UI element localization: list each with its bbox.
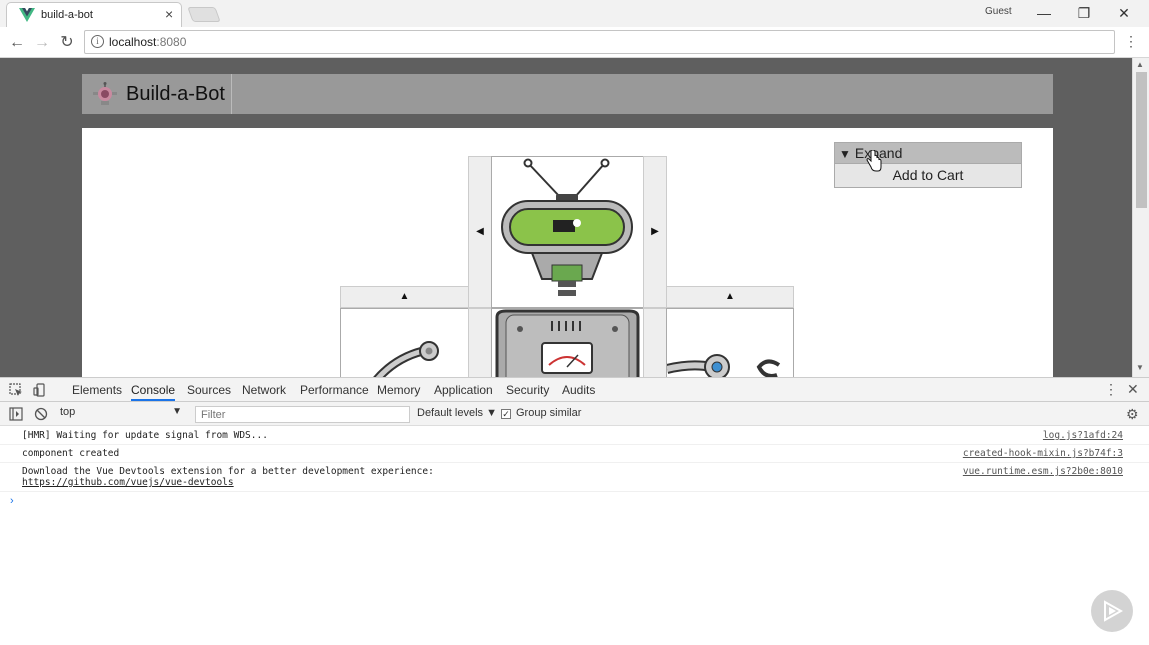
browser-tabstrip: build-a-bot × Guest — ❐ ✕ [0,0,1149,27]
site-header: Build-a-Bot [82,74,1053,114]
collapse-triangle-icon: ▼ [839,147,851,161]
add-to-cart-button[interactable]: Add to Cart [834,164,1022,188]
devtools-tab-elements[interactable]: Elements [72,383,122,397]
console-filter-bar: top▼ Default levels ▼ ✓Group similar ⚙ [0,402,1149,426]
log-levels-dropdown[interactable]: Default levels ▼ [417,407,497,419]
head-next-button[interactable]: ▶ [643,156,667,308]
console-log-row: component created created-hook-mixin.js?… [0,445,1149,463]
console-log-row: [HMR] Waiting for update signal from WDS… [0,427,1149,445]
devtools-tab-console[interactable]: Console [131,383,176,401]
browser-tab[interactable]: build-a-bot × [6,2,182,27]
expand-toggle[interactable]: ▼ Expand [834,142,1022,164]
vue-logo-icon [19,8,35,22]
play-icon [1104,600,1123,622]
log-source-link[interactable]: created-hook-mixin.js?b74f:3 [963,448,1123,459]
url-text: localhost:8080 [109,35,187,49]
devtools-tab-security[interactable]: Security [506,383,549,397]
page-scrollbar[interactable]: ▲ ▼ [1132,58,1149,377]
console-output: [HMR] Waiting for update signal from WDS… [0,427,1149,492]
window-close-button[interactable]: ✕ [1110,3,1138,23]
vue-devtools-link[interactable]: https://github.com/vuejs/vue-devtools [22,477,234,488]
robot-head-image [501,158,633,296]
browser-menu-icon[interactable]: ⋮ [1124,33,1138,50]
context-select[interactable]: top ▼ [60,406,186,422]
devtools-tabbar: Elements Console Sources Network Performance… [0,378,1149,402]
brand-name: Build-a-Bot [126,83,225,105]
browser-toolbar: ← → ↻ i localhost:8080 ⋮ [0,27,1149,58]
dropdown-arrow-icon: ▼ [172,406,182,417]
clear-console-icon[interactable] [34,407,48,421]
devtools-tab-sources[interactable]: Sources [187,383,231,397]
right-arm-up-button[interactable]: ▲ [666,286,794,308]
devtools-close-icon[interactable]: ✕ [1127,381,1139,398]
device-toolbar-icon[interactable] [33,383,47,397]
user-profile-badge[interactable]: Guest [985,6,1012,17]
inspect-element-icon[interactable] [9,383,23,397]
scroll-down-icon[interactable]: ▼ [1136,363,1144,372]
left-arm-part [340,308,469,377]
devtools-tab-performance[interactable]: Performance [300,383,369,397]
console-filter-input[interactable] [195,406,410,423]
restore-button[interactable]: ❐ [1070,3,1098,23]
brand[interactable]: Build-a-Bot [82,74,232,114]
devtools-menu-icon[interactable]: ⋮ [1104,381,1118,398]
new-tab-button[interactable] [187,7,221,22]
scrollbar-thumb[interactable] [1136,72,1147,208]
back-arrow-icon[interactable]: ← [6,32,28,54]
group-similar-checkbox[interactable]: ✓ Group similar [501,407,581,419]
console-settings-gear-icon[interactable]: ⚙ [1126,406,1139,423]
video-play-badge[interactable] [1091,590,1133,632]
devtools-tab-application[interactable]: Application [434,383,493,397]
devtools-tab-network[interactable]: Network [242,383,286,397]
robot-right-arm-image [665,354,781,377]
tab-title: build-a-bot [41,9,93,21]
robot-left-arm-image [373,341,439,377]
tab-close-icon[interactable]: × [165,6,173,22]
reload-icon[interactable]: ↻ [56,32,78,54]
address-bar[interactable]: i localhost:8080 [84,30,1115,54]
torso-part [491,308,644,377]
scroll-up-icon[interactable]: ▲ [1136,60,1144,69]
head-part [491,156,644,308]
log-source-link[interactable]: log.js?1afd:24 [1043,430,1123,441]
site-info-icon[interactable]: i [91,35,104,48]
console-log-row: Download the Vue Devtools extension for … [0,463,1149,492]
head-prev-button[interactable]: ◀ [468,156,492,308]
console-prompt[interactable]: › [10,495,14,507]
minimize-button[interactable]: — [1030,3,1058,23]
robot-logo-icon [93,82,117,105]
devtools-panel: Elements Console Sources Network Performance… [0,377,1149,645]
checkbox-checked-icon[interactable]: ✓ [501,409,511,419]
preview-panel: ▼ Expand Add to Cart [834,142,1022,188]
robot-builder: ◀ ▶ ▲ ▲ ▼ Expand Add to Cart [82,128,1053,377]
torso-prev-button[interactable] [468,308,492,377]
devtools-tab-memory[interactable]: Memory [377,383,420,397]
sidebar-toggle-icon[interactable] [9,407,23,421]
hand-cursor-icon [866,150,882,172]
torso-next-button[interactable] [643,308,667,377]
devtools-tab-audits[interactable]: Audits [562,383,595,397]
page-viewport: Build-a-Bot ◀ ▶ ▲ ▲ ▼ Expand Add to Cart… [0,58,1149,377]
log-source-link[interactable]: vue.runtime.esm.js?2b0e:8010 [963,466,1123,477]
robot-torso-image [495,309,640,377]
left-arm-up-button[interactable]: ▲ [340,286,469,308]
forward-arrow-icon[interactable]: → [31,32,53,54]
right-arm-part [665,308,794,377]
